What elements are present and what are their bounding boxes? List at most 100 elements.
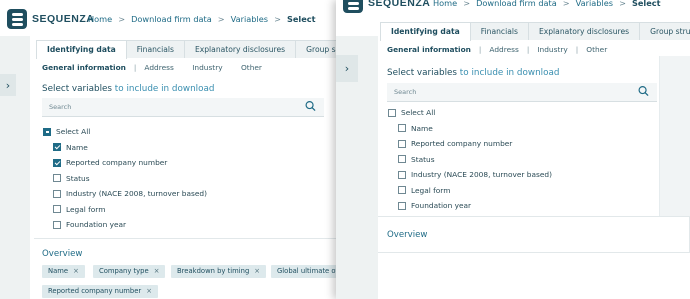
variable-checkbox[interactable] xyxy=(53,189,61,198)
breadcrumb-download-firm-data[interactable]: Download firm data xyxy=(476,0,557,8)
subtab-divider: | xyxy=(478,45,482,54)
logo-icon xyxy=(343,0,363,13)
variable-checkbox[interactable] xyxy=(53,174,61,183)
subtab-general-information[interactable]: General information xyxy=(42,63,126,72)
subtab-industry[interactable]: Industry xyxy=(192,63,222,72)
logo-text: SEQUENZA xyxy=(368,0,431,9)
tab-group-structure[interactable]: Group stru xyxy=(639,22,690,40)
select-variables-heading: Select variables to include in download xyxy=(387,68,559,78)
subtab-other[interactable]: Other xyxy=(586,45,607,54)
select-all-checkbox-row[interactable]: Select All xyxy=(388,105,552,121)
subtab-other[interactable]: Other xyxy=(241,63,262,72)
variable-item[interactable]: Industry (NACE 2008, turnover based) xyxy=(43,186,207,202)
select-all-label: Select All xyxy=(56,127,91,137)
variable-item[interactable]: Name xyxy=(388,121,552,137)
chip-label: Breakdown by timing xyxy=(177,267,250,275)
variable-checkbox[interactable] xyxy=(398,170,406,179)
variables-card: Identifying data Financials Explanatory … xyxy=(378,18,690,216)
select-variables-strong: Select variables xyxy=(387,68,458,78)
variable-item[interactable]: Reported company number xyxy=(388,136,552,152)
variable-checkbox[interactable] xyxy=(398,155,406,164)
close-icon[interactable]: × xyxy=(73,267,79,275)
breadcrumb-variables[interactable]: Variables xyxy=(576,0,613,8)
variable-label: Name xyxy=(66,142,88,152)
tab-identifying-data[interactable]: Identifying data xyxy=(36,40,127,59)
variable-checkbox[interactable] xyxy=(53,205,61,214)
tab-financials[interactable]: Financials xyxy=(469,22,529,40)
logo[interactable]: SEQUENZA xyxy=(343,0,430,13)
variables-card: Identifying data Financials Explanatory … xyxy=(34,36,336,232)
breadcrumb-select: Select xyxy=(286,14,316,24)
select-all-checkbox-row[interactable]: Select All xyxy=(43,124,207,140)
variable-label: Name xyxy=(411,123,433,133)
sidebar-strip: › xyxy=(0,36,30,299)
logo[interactable]: SEQUENZA xyxy=(7,9,94,29)
select-variables-strong: Select variables xyxy=(42,84,113,94)
variable-item[interactable]: Name xyxy=(43,140,207,156)
variable-item[interactable]: Industry (NACE 2008, turnover based) xyxy=(388,167,552,183)
tab-bar: Identifying data Financials Explanatory … xyxy=(380,22,690,41)
search-input[interactable] xyxy=(49,98,275,116)
chevron-right-icon: › xyxy=(344,62,350,75)
tab-explanatory-disclosures[interactable]: Explanatory disclosures xyxy=(183,40,297,58)
breadcrumb: Home > Download firm data > Variables > … xyxy=(88,14,316,24)
select-all-label: Select All xyxy=(401,108,436,118)
search-box xyxy=(42,98,324,117)
variable-label: Status xyxy=(66,173,90,183)
close-icon[interactable]: × xyxy=(254,267,260,275)
variable-item[interactable]: Legal form xyxy=(388,183,552,199)
breadcrumb-variables[interactable]: Variables xyxy=(231,14,268,24)
variable-item[interactable]: Legal form xyxy=(43,202,207,218)
variable-item[interactable]: Foundation year xyxy=(43,217,207,233)
subtab-address[interactable]: Address xyxy=(489,45,518,54)
tab-explanatory-disclosures[interactable]: Explanatory disclosures xyxy=(527,22,641,40)
sidebar-toggle-button[interactable]: › xyxy=(336,55,358,82)
overview-title: Overview xyxy=(42,249,83,259)
subtab-divider: | xyxy=(133,63,137,72)
close-icon[interactable]: × xyxy=(146,287,152,295)
variable-checkbox[interactable] xyxy=(53,220,61,229)
variable-item[interactable]: Status xyxy=(388,152,552,168)
chip-breakdown-by-timing: Breakdown by timing × xyxy=(171,265,266,278)
breadcrumb-home[interactable]: Home xyxy=(433,0,457,8)
variable-item[interactable]: Reported company number xyxy=(43,155,207,171)
sidebar-toggle-button[interactable]: › xyxy=(0,74,16,96)
subtab-industry[interactable]: Industry xyxy=(537,45,567,54)
subtab-divider: | xyxy=(575,45,579,54)
tab-identifying-data[interactable]: Identifying data xyxy=(380,22,471,41)
search-icon[interactable] xyxy=(638,86,649,99)
close-icon[interactable]: × xyxy=(154,267,160,275)
variable-checkbox[interactable] xyxy=(53,143,61,152)
chip-name: Name × xyxy=(42,265,85,278)
breadcrumb-download-firm-data[interactable]: Download firm data xyxy=(131,14,212,24)
variable-item[interactable]: Foundation year xyxy=(388,198,552,214)
variable-item[interactable]: Status xyxy=(43,171,207,187)
subtab-general-information[interactable]: General information xyxy=(387,45,471,54)
chip-reported-company-number: Reported company number × xyxy=(42,285,158,298)
variable-label: Foundation year xyxy=(411,201,472,211)
variable-checkbox[interactable] xyxy=(398,201,406,210)
subtab-divider xyxy=(231,63,233,72)
variable-label: Foundation year xyxy=(66,220,127,230)
variable-label: Reported company number xyxy=(411,139,513,149)
search-icon[interactable] xyxy=(305,101,316,114)
select-all-checkbox[interactable] xyxy=(43,127,51,136)
breadcrumb-home[interactable]: Home xyxy=(88,14,112,24)
variable-label: Industry (NACE 2008, turnover based) xyxy=(66,189,207,199)
tab-group-structure[interactable]: Group s xyxy=(295,40,336,58)
overview-section: Overview xyxy=(378,216,690,253)
variable-checkbox[interactable] xyxy=(398,139,406,148)
variable-checkbox[interactable] xyxy=(398,186,406,195)
logo-icon xyxy=(7,9,27,29)
subtab-address[interactable]: Address xyxy=(144,63,173,72)
header: SEQUENZA Home > Download firm data > Var… xyxy=(0,0,336,36)
variable-checkbox[interactable] xyxy=(398,124,406,133)
subtab-bar: General information | Address | Industry… xyxy=(387,45,607,54)
select-all-checkbox[interactable] xyxy=(388,108,396,117)
variable-checkbox[interactable] xyxy=(53,158,61,167)
overview-section: Overview Name × Company type × Breakdown b… xyxy=(34,238,336,299)
search-input[interactable] xyxy=(394,83,610,101)
variable-label: Legal form xyxy=(411,185,451,195)
tab-financials[interactable]: Financials xyxy=(125,40,185,58)
breadcrumb-select: Select xyxy=(631,0,661,8)
